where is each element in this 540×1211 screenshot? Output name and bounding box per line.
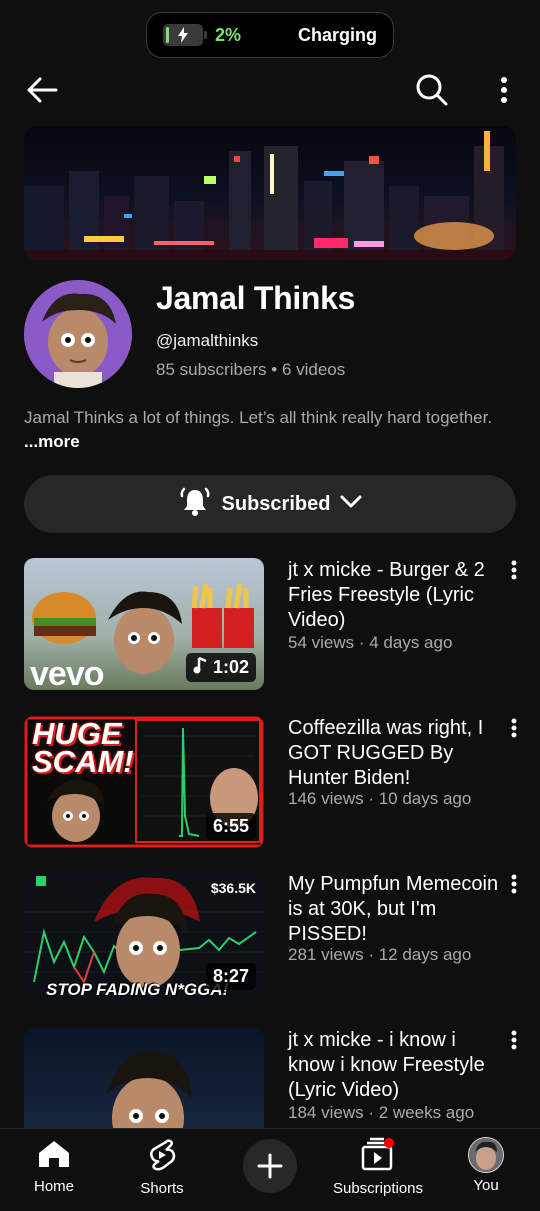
music-note-icon xyxy=(193,656,207,679)
city-skyline-image xyxy=(24,131,516,260)
back-arrow-icon[interactable] xyxy=(20,68,64,112)
video-thumbnail[interactable]: $36.5K STOP FADING N*GGA! 8:27 xyxy=(24,872,264,1004)
charging-label: Charging xyxy=(298,24,377,45)
video-duration: 6:55 xyxy=(205,813,256,840)
search-icon[interactable] xyxy=(410,68,454,112)
plus-icon xyxy=(243,1139,297,1193)
video-title[interactable]: jt x micke - Burger & 2 Fries Freestyle … xyxy=(288,558,502,633)
top-bar xyxy=(0,68,540,112)
chevron-down-icon xyxy=(340,495,362,514)
thumb-overlay-text: HUGE SCAM! xyxy=(32,716,134,779)
channel-handle: @jamalthinks xyxy=(156,331,259,350)
thumb-value-text: $36.5K xyxy=(210,880,256,896)
video-meta: 184 views · 2 weeks ago xyxy=(288,1103,475,1122)
subscriptions-icon xyxy=(360,1137,396,1176)
create-button[interactable] xyxy=(242,1139,298,1211)
video-title[interactable]: Coffeezilla was right, I GOT RUGGED By H… xyxy=(288,716,502,791)
battery-percent: 2% xyxy=(215,24,242,45)
description-text: Jamal Thinks a lot of things. Let’s all … xyxy=(24,408,493,427)
video-menu-icon[interactable] xyxy=(502,560,526,584)
channel-description[interactable]: Jamal Thinks a lot of things. Let’s all … xyxy=(24,406,494,454)
channel-avatar[interactable] xyxy=(24,280,132,388)
video-meta: 146 views · 10 days ago xyxy=(288,789,472,808)
video-menu-icon[interactable] xyxy=(502,874,526,898)
video-title[interactable]: jt x micke - i know i know i know Freest… xyxy=(288,1028,502,1103)
profile-avatar xyxy=(468,1137,504,1173)
nav-shorts[interactable]: Shorts xyxy=(130,1139,194,1211)
video-menu-icon[interactable] xyxy=(502,718,526,742)
more-vert-icon[interactable] xyxy=(482,68,526,112)
bell-icon xyxy=(178,486,212,523)
home-icon xyxy=(37,1139,71,1174)
shorts-icon xyxy=(148,1139,176,1176)
video-menu-icon[interactable] xyxy=(502,1030,526,1054)
more-link[interactable]: ...more xyxy=(24,432,80,451)
video-item[interactable]: $36.5K STOP FADING N*GGA! 8:27 My Pumpfu… xyxy=(24,872,540,1004)
nav-home[interactable]: Home xyxy=(22,1139,86,1211)
channel-name: Jamal Thinks xyxy=(156,280,356,316)
video-thumbnail[interactable]: HUGE SCAM! 6:55 xyxy=(24,716,264,848)
video-item[interactable]: vevo 1:02 jt x micke - Burger & 2 Fries … xyxy=(24,558,540,690)
thumb-overlay-text: vevo xyxy=(30,655,104,690)
video-duration: 8:27 xyxy=(205,963,256,990)
status-pill: 2% Charging xyxy=(146,12,394,58)
channel-banner xyxy=(24,126,516,260)
subscribed-button[interactable]: Subscribed xyxy=(24,475,516,533)
nav-you[interactable]: You xyxy=(462,1137,510,1209)
thumb-overlay-text: STOP FADING N*GGA! xyxy=(46,980,229,999)
subscribed-label: Subscribed xyxy=(221,492,331,515)
video-thumbnail[interactable]: vevo 1:02 xyxy=(24,558,264,690)
video-meta: 281 views · 12 days ago xyxy=(288,945,472,964)
nav-subscriptions[interactable]: Subscriptions xyxy=(330,1137,426,1209)
video-duration: 1:02 xyxy=(185,653,256,682)
battery-icon xyxy=(163,24,207,46)
video-title[interactable]: My Pumpfun Memecoin is at 30K, but I'm P… xyxy=(288,872,502,947)
bottom-nav: Home Shorts Subscriptions You xyxy=(0,1128,540,1201)
video-meta: 54 views · 4 days ago xyxy=(288,633,453,652)
channel-stats: 85 subscribers • 6 videos xyxy=(156,360,346,379)
video-item[interactable]: HUGE SCAM! 6:55 Coffeezilla was right, I… xyxy=(24,716,540,848)
